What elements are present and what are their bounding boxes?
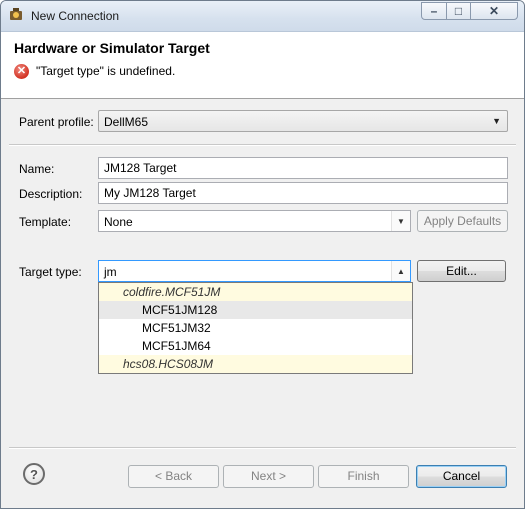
parent-profile-value: DellM65 bbox=[104, 115, 149, 129]
help-icon[interactable]: ? bbox=[23, 463, 45, 485]
description-field[interactable]: My JM128 Target bbox=[98, 182, 508, 204]
wizard-banner: Hardware or Simulator Target ✕ "Target t… bbox=[1, 32, 524, 99]
title-bar: New Connection – □ ✕ bbox=[1, 1, 524, 32]
dropdown-item-label: hcs08.HCS08JM bbox=[123, 357, 214, 371]
separator bbox=[9, 144, 516, 146]
template-label: Template: bbox=[19, 215, 72, 229]
name-label: Name: bbox=[19, 162, 55, 176]
back-button[interactable]: < Back bbox=[128, 465, 219, 488]
window-title: New Connection bbox=[31, 9, 120, 23]
target-type-dropdown: coldfire.MCF51JM MCF51JM128 MCF51JM32 MC… bbox=[98, 282, 413, 374]
chevron-down-icon[interactable]: ▼ bbox=[391, 211, 410, 231]
name-value: JM128 Target bbox=[104, 161, 177, 175]
dropdown-item-label: MCF51JM64 bbox=[142, 339, 211, 353]
eclipse-app-icon bbox=[10, 8, 22, 20]
maximize-icon: □ bbox=[454, 4, 463, 18]
finish-button[interactable]: Finish bbox=[318, 465, 409, 488]
parent-profile-select[interactable]: DellM65 ▼ bbox=[98, 110, 508, 132]
close-button[interactable]: ✕ bbox=[470, 2, 518, 20]
dropdown-group-item[interactable]: coldfire.MCF51JM bbox=[99, 283, 412, 301]
minimize-button[interactable]: – bbox=[421, 2, 447, 20]
target-type-combo[interactable]: jm ▲ bbox=[98, 260, 411, 282]
error-message: "Target type" is undefined. bbox=[36, 64, 176, 78]
close-icon: ✕ bbox=[488, 4, 500, 18]
dropdown-list-item[interactable]: MCF51JM32 bbox=[99, 319, 412, 337]
target-type-value: jm bbox=[104, 265, 117, 279]
new-connection-window: New Connection – □ ✕ Hardware or Simulat… bbox=[0, 0, 525, 509]
dropdown-list-item[interactable]: MCF51JM128 bbox=[99, 301, 412, 319]
chevron-down-icon: ▼ bbox=[492, 116, 501, 126]
maximize-button[interactable]: □ bbox=[446, 2, 471, 20]
page-title: Hardware or Simulator Target bbox=[14, 40, 210, 56]
dropdown-group-item[interactable]: hcs08.HCS08JM bbox=[99, 355, 412, 373]
description-label: Description: bbox=[19, 187, 83, 201]
description-value: My JM128 Target bbox=[104, 186, 196, 200]
template-value: None bbox=[104, 215, 133, 229]
apply-defaults-button[interactable]: Apply Defaults bbox=[417, 210, 508, 232]
next-button[interactable]: Next > bbox=[223, 465, 314, 488]
cancel-button[interactable]: Cancel bbox=[416, 465, 507, 488]
chevron-up-icon[interactable]: ▲ bbox=[391, 261, 410, 281]
dropdown-item-label: coldfire.MCF51JM bbox=[123, 285, 221, 299]
target-type-label: Target type: bbox=[19, 265, 82, 279]
edit-button[interactable]: Edit... bbox=[417, 260, 506, 282]
footer-separator bbox=[9, 447, 516, 449]
minimize-icon: – bbox=[430, 4, 438, 18]
error-icon: ✕ bbox=[14, 64, 29, 79]
template-select[interactable]: None ▼ bbox=[98, 210, 411, 232]
dropdown-item-label: MCF51JM128 bbox=[142, 303, 218, 317]
dropdown-item-label: MCF51JM32 bbox=[142, 321, 211, 335]
name-field[interactable]: JM128 Target bbox=[98, 157, 508, 179]
dropdown-list-item[interactable]: MCF51JM64 bbox=[99, 337, 412, 355]
parent-profile-label: Parent profile: bbox=[19, 115, 94, 129]
